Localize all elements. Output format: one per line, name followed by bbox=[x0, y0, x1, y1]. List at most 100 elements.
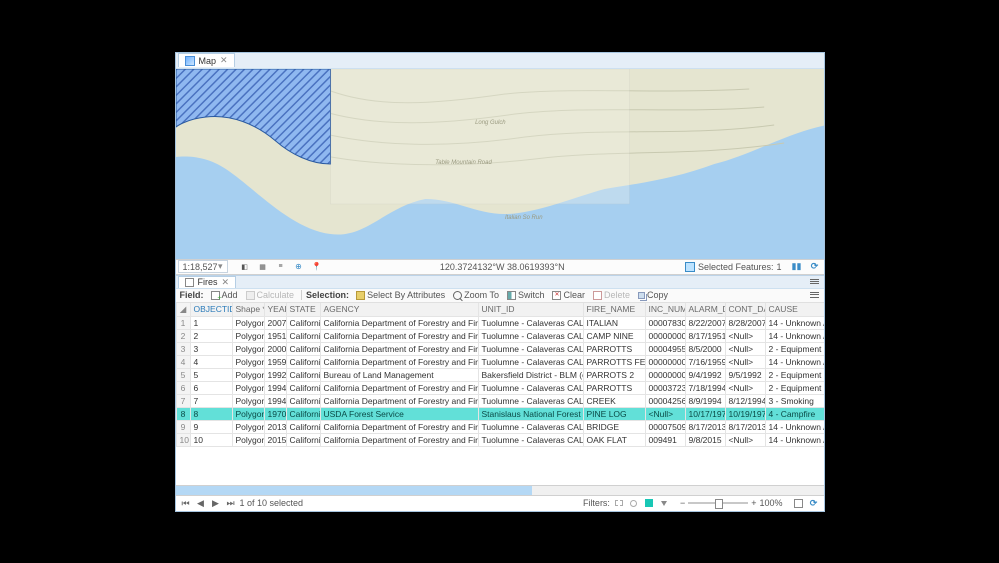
cell-cont_date[interactable]: 10/19/1970 bbox=[725, 407, 765, 420]
cell-shape[interactable]: Polygon bbox=[232, 394, 264, 407]
cell-inc_num[interactable]: 00000000 bbox=[645, 355, 685, 368]
slider-minus[interactable]: − bbox=[680, 498, 685, 508]
cell-inc_num[interactable]: 00003723 bbox=[645, 381, 685, 394]
column-header-alarm_date[interactable]: ALARM_DATE bbox=[685, 303, 725, 317]
cell-unit_id[interactable]: Tuolumne - Calaveras CAL FIRE bbox=[478, 381, 583, 394]
row-index[interactable]: 6 bbox=[176, 381, 190, 394]
cell-shape[interactable]: Polygon bbox=[232, 420, 264, 433]
cell-cause[interactable]: 4 - Campfire bbox=[765, 407, 824, 420]
column-header-shape[interactable]: Shape * bbox=[232, 303, 264, 317]
cell-unit_id[interactable]: Tuolumne - Calaveras CAL FIRE bbox=[478, 420, 583, 433]
cell-cont_date[interactable]: <Null> bbox=[725, 381, 765, 394]
cell-objectid[interactable]: 8 bbox=[190, 407, 232, 420]
cell-agency[interactable]: California Department of Forestry and Fi… bbox=[320, 420, 478, 433]
last-record-button[interactable]: ⏭ bbox=[225, 497, 237, 509]
row-index[interactable]: 4 bbox=[176, 355, 190, 368]
cell-shape[interactable]: Polygon bbox=[232, 407, 264, 420]
switch-selection-button[interactable]: Switch bbox=[504, 289, 548, 301]
cell-state[interactable]: California bbox=[286, 420, 320, 433]
cell-cause[interactable]: 14 - Unknown / Unide bbox=[765, 420, 824, 433]
cell-cause[interactable]: 2 - Equipment Use bbox=[765, 368, 824, 381]
cell-inc_num[interactable]: 00000000 bbox=[645, 329, 685, 342]
cell-shape[interactable]: Polygon bbox=[232, 329, 264, 342]
cell-year[interactable]: 1994 bbox=[264, 394, 286, 407]
cell-year[interactable]: 2015 bbox=[264, 433, 286, 446]
cell-inc_num[interactable]: 009491 bbox=[645, 433, 685, 446]
row-index[interactable]: 9 bbox=[176, 420, 190, 433]
cell-agency[interactable]: California Department of Forestry and Fi… bbox=[320, 381, 478, 394]
cell-alarm_date[interactable]: 7/16/1959 bbox=[685, 355, 725, 368]
cell-fire_name[interactable]: BRIDGE bbox=[583, 420, 645, 433]
cell-state[interactable]: California bbox=[286, 368, 320, 381]
cell-cause[interactable]: 14 - Unknown / Unide bbox=[765, 316, 824, 329]
cell-inc_num[interactable]: <Null> bbox=[645, 407, 685, 420]
table-row[interactable]: 33Polygon2000CaliforniaCalifornia Depart… bbox=[176, 342, 824, 355]
cell-cont_date[interactable]: 8/28/2007 bbox=[725, 316, 765, 329]
cell-alarm_date[interactable]: 10/17/1970 bbox=[685, 407, 725, 420]
constraint-button[interactable]: ◧ bbox=[238, 260, 252, 274]
cell-shape[interactable]: Polygon bbox=[232, 433, 264, 446]
select-by-attributes-button[interactable]: Select By Attributes bbox=[353, 289, 448, 301]
column-header-state[interactable]: STATE bbox=[286, 303, 320, 317]
cell-state[interactable]: California bbox=[286, 407, 320, 420]
cell-state[interactable]: California bbox=[286, 329, 320, 342]
table-row[interactable]: 66Polygon1994CaliforniaCalifornia Depart… bbox=[176, 381, 824, 394]
cell-year[interactable]: 1970 bbox=[264, 407, 286, 420]
row-index[interactable]: 8 bbox=[176, 407, 190, 420]
cell-year[interactable]: 2007 bbox=[264, 316, 286, 329]
refresh-button[interactable]: ⟳ bbox=[808, 260, 822, 274]
column-header-year[interactable]: YEAR_ bbox=[264, 303, 286, 317]
cell-alarm_date[interactable]: 8/22/2007 bbox=[685, 316, 725, 329]
toggle-view-button[interactable] bbox=[793, 497, 805, 509]
clear-selection-button[interactable]: Clear bbox=[549, 289, 588, 301]
cell-cont_date[interactable]: 9/5/1992 bbox=[725, 368, 765, 381]
cell-cont_date[interactable]: 8/12/1994 bbox=[725, 394, 765, 407]
copy-button[interactable]: Copy bbox=[635, 289, 671, 301]
cell-unit_id[interactable]: Tuolumne - Calaveras CAL FIRE bbox=[478, 355, 583, 368]
cell-cause[interactable]: 14 - Unknown / Unide bbox=[765, 355, 824, 368]
cell-state[interactable]: California bbox=[286, 381, 320, 394]
cell-shape[interactable]: Polygon bbox=[232, 355, 264, 368]
cell-agency[interactable]: California Department of Forestry and Fi… bbox=[320, 394, 478, 407]
cell-agency[interactable]: California Department of Forestry and Fi… bbox=[320, 316, 478, 329]
table-row[interactable]: 55Polygon1992CaliforniaBureau of Land Ma… bbox=[176, 368, 824, 381]
horizontal-scrollbar[interactable] bbox=[176, 485, 824, 495]
cell-cont_date[interactable]: <Null> bbox=[725, 433, 765, 446]
cell-cause[interactable]: 14 - Unknown / Unide bbox=[765, 329, 824, 342]
cell-inc_num[interactable]: 00007830 bbox=[645, 316, 685, 329]
cell-alarm_date[interactable]: 7/18/1994 bbox=[685, 381, 725, 394]
cell-state[interactable]: California bbox=[286, 394, 320, 407]
prev-record-button[interactable]: ◀ bbox=[195, 497, 207, 509]
cell-inc_num[interactable]: 00004256 bbox=[645, 394, 685, 407]
cell-unit_id[interactable]: Tuolumne - Calaveras CAL FIRE bbox=[478, 329, 583, 342]
cell-objectid[interactable]: 4 bbox=[190, 355, 232, 368]
close-icon[interactable]: ✕ bbox=[220, 55, 228, 66]
cell-alarm_date[interactable]: 9/8/2015 bbox=[685, 433, 725, 446]
table-row[interactable]: 44Polygon1959CaliforniaCalifornia Depart… bbox=[176, 355, 824, 368]
cell-unit_id[interactable]: Tuolumne - Calaveras CAL FIRE bbox=[478, 433, 583, 446]
selected-features-chip[interactable]: Selected Features: 1 bbox=[681, 262, 786, 272]
table-options-button[interactable] bbox=[809, 290, 820, 301]
scale-input[interactable]: 1:18,527 ▾ bbox=[178, 260, 228, 273]
cell-objectid[interactable]: 10 bbox=[190, 433, 232, 446]
table-tab[interactable]: Fires ✕ bbox=[178, 276, 237, 288]
cell-fire_name[interactable]: ITALIAN bbox=[583, 316, 645, 329]
column-header-cont_date[interactable]: CONT_DATE bbox=[725, 303, 765, 317]
cell-state[interactable]: California bbox=[286, 342, 320, 355]
column-header-cause[interactable]: CAUSE bbox=[765, 303, 824, 317]
view-list-button[interactable]: ≡ bbox=[274, 260, 288, 274]
cell-agency[interactable]: California Department of Forestry and Fi… bbox=[320, 342, 478, 355]
cell-objectid[interactable]: 1 bbox=[190, 316, 232, 329]
cell-agency[interactable]: Bureau of Land Management bbox=[320, 368, 478, 381]
column-header-inc_num[interactable]: INC_NUM bbox=[645, 303, 685, 317]
cell-shape[interactable]: Polygon bbox=[232, 368, 264, 381]
row-index[interactable]: 1 bbox=[176, 316, 190, 329]
cell-shape[interactable]: Polygon bbox=[232, 316, 264, 329]
column-header-objectid[interactable]: OBJECTID * bbox=[190, 303, 232, 317]
row-index[interactable]: 5 bbox=[176, 368, 190, 381]
locate-button[interactable]: 📍 bbox=[310, 260, 324, 274]
cell-state[interactable]: California bbox=[286, 316, 320, 329]
cell-fire_name[interactable]: PARROTTS bbox=[583, 342, 645, 355]
cell-fire_name[interactable]: OAK FLAT bbox=[583, 433, 645, 446]
cell-unit_id[interactable]: Tuolumne - Calaveras CAL FIRE bbox=[478, 342, 583, 355]
